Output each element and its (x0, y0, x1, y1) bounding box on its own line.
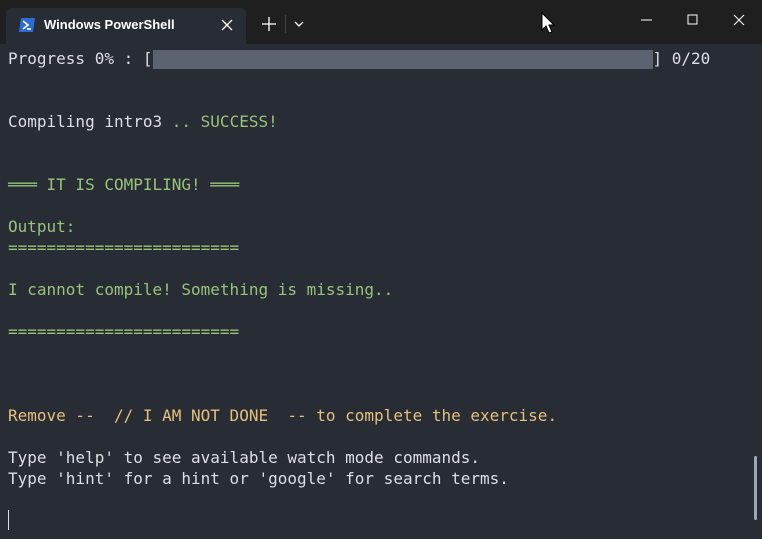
progress-suffix: ] 0/20 (652, 49, 711, 68)
compiling-banner: ═══ IT IS COMPILING! ═══ (8, 175, 240, 194)
tab-title: Windows PowerShell (44, 17, 175, 32)
title-bar: Windows PowerShell (0, 0, 762, 44)
compile-dots: .. (162, 112, 192, 131)
compile-line: Compiling intro3 .. SUCCESS! (8, 111, 278, 132)
help-line: Type 'help' to see available watch mode … (8, 448, 481, 467)
text-cursor (8, 510, 9, 530)
close-icon (733, 14, 745, 26)
progress-line: Progress 0% : [ ] 0/20 (8, 48, 710, 69)
progress-prefix: Progress 0% : [ (8, 49, 153, 68)
compile-text: Compiling intro3 (8, 112, 163, 131)
maximize-icon (687, 14, 698, 25)
output-message: I cannot compile! Something is missing.. (8, 280, 394, 299)
minimize-icon (641, 19, 652, 21)
maximize-button[interactable] (670, 0, 716, 40)
chevron-down-icon[interactable] (290, 15, 308, 33)
powershell-icon (18, 17, 36, 33)
mouse-pointer-icon (541, 11, 556, 34)
tab-separator (285, 15, 286, 33)
terminal-output[interactable]: Progress 0% : [ ] 0/20 Compiling intro3 .… (0, 44, 762, 539)
progress-bar (152, 50, 653, 69)
tab-powershell[interactable]: Windows PowerShell (6, 8, 246, 44)
close-icon[interactable] (218, 16, 236, 34)
plus-icon[interactable] (258, 14, 280, 34)
minimize-button[interactable] (624, 0, 670, 40)
output-separator-top: ======================== (8, 238, 240, 257)
close-window-button[interactable] (716, 0, 762, 40)
scrollbar-thumb[interactable] (754, 456, 757, 520)
remove-hint: Remove -- // I AM NOT DONE -- to complet… (8, 406, 558, 425)
hint-line: Type 'hint' for a hint or 'google' for s… (8, 469, 509, 488)
output-separator-bottom: ======================== (8, 322, 240, 341)
compile-status: SUCCESS! (191, 112, 278, 131)
output-label: Output: (8, 217, 76, 236)
